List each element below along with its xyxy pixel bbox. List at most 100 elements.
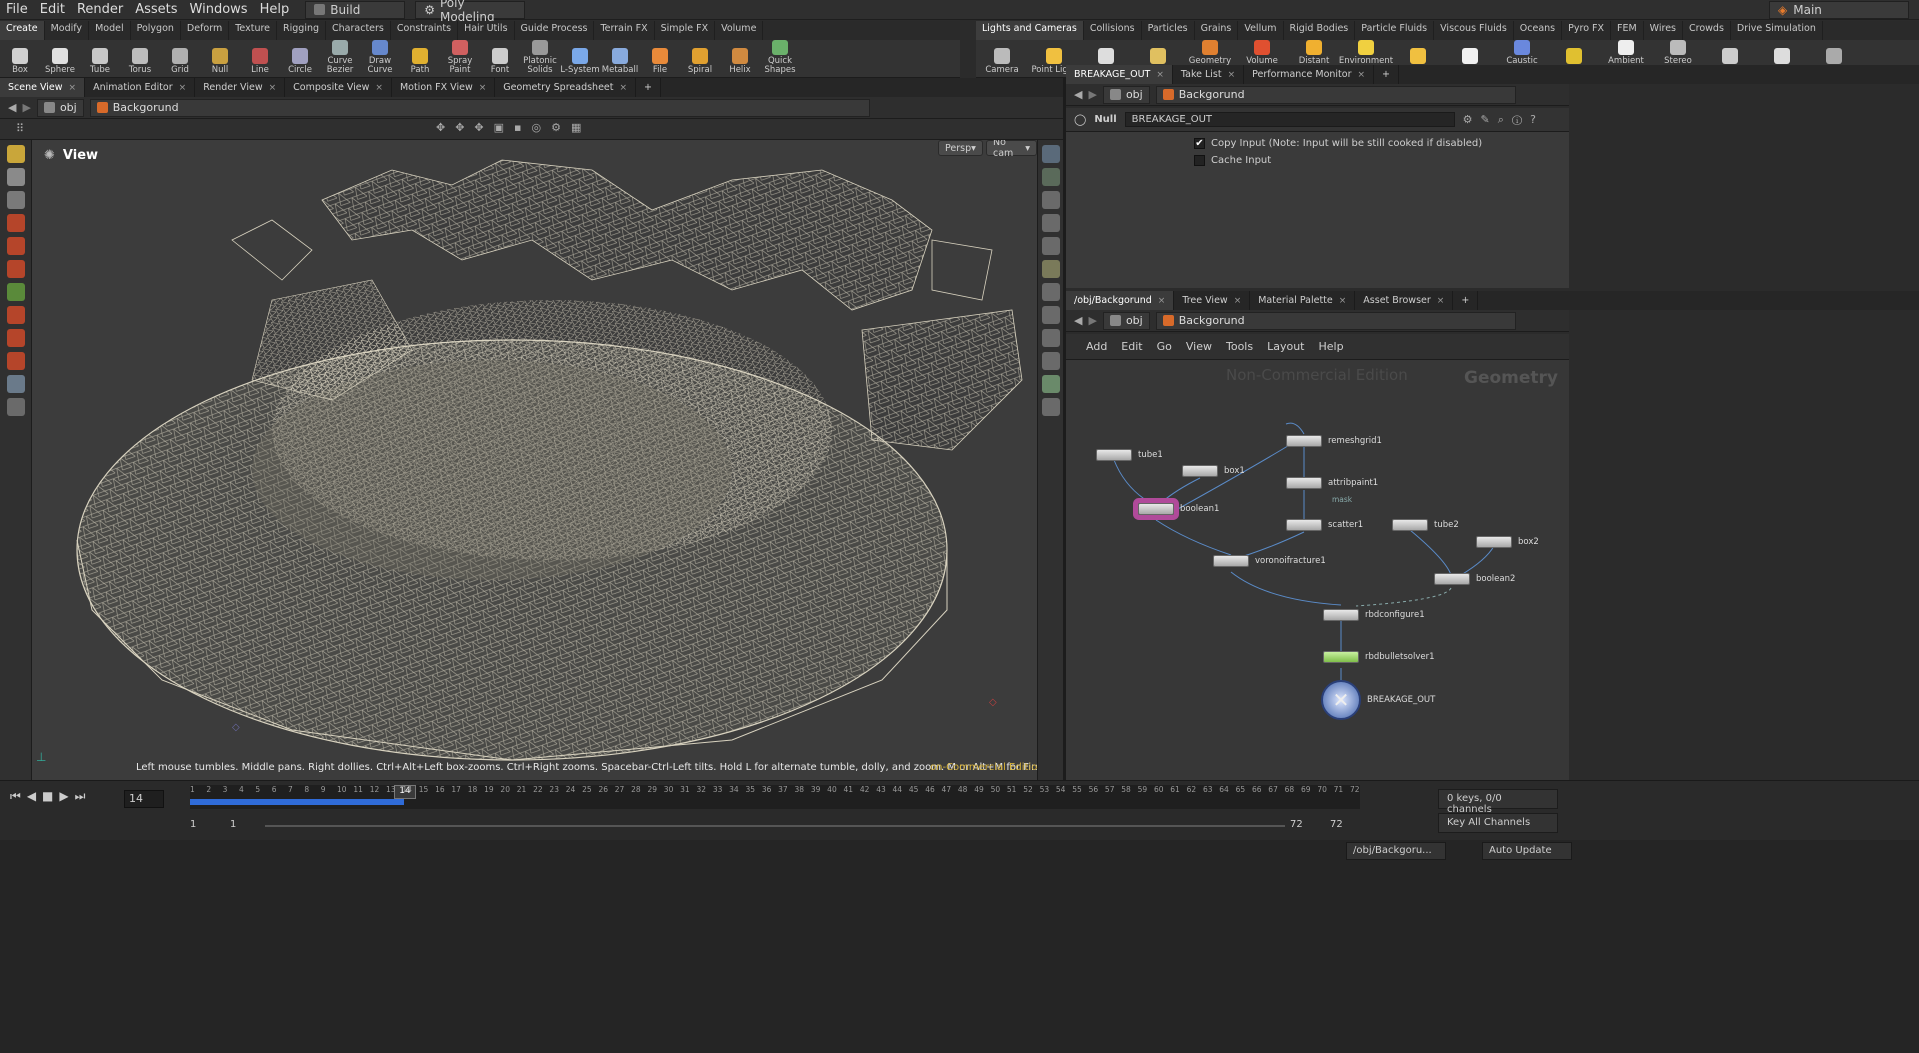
view-icon[interactable] (6, 375, 25, 393)
magnet2-icon[interactable] (6, 329, 25, 347)
node-box1[interactable]: box1 (1182, 465, 1245, 477)
status-path-field[interactable]: /obj/Backgoru... (1346, 842, 1446, 860)
move-icon[interactable] (6, 214, 25, 232)
desktop-select[interactable]: Build (305, 0, 406, 19)
crumb-node[interactable]: Backgorund (89, 98, 870, 117)
close-icon[interactable]: × (1158, 296, 1166, 306)
close-icon[interactable]: × (479, 83, 487, 93)
jump-end-icon[interactable]: ⏭ (75, 789, 86, 804)
close-icon[interactable]: × (1156, 70, 1164, 80)
tool-file[interactable]: File (640, 40, 680, 77)
menu-render[interactable]: Render (71, 2, 129, 17)
grid-icon[interactable]: ⠿ (16, 122, 24, 135)
back-arrow-icon[interactable]: ◀ (8, 101, 16, 114)
network-editor[interactable]: Non-Commercial Edition Geometry tube1 bo… (1066, 360, 1569, 780)
back-arrow-icon[interactable]: ◀ (1074, 314, 1082, 327)
start-range-field[interactable]: 1 (230, 819, 236, 830)
shelf-tab-model[interactable]: Model (89, 21, 131, 40)
tool-font[interactable]: Font (480, 40, 520, 77)
tab-tree-view[interactable]: Tree View × (1174, 291, 1251, 310)
tab--obj-backgorund[interactable]: /obj/Backgorund × (1066, 291, 1175, 310)
lock-icon[interactable] (6, 191, 25, 209)
tab-material-palette[interactable]: Material Palette × (1250, 291, 1356, 310)
display-icon[interactable] (1041, 145, 1060, 163)
select-icon[interactable] (6, 145, 25, 163)
shelf-tab-simple-fx[interactable]: Simple FX (655, 21, 716, 40)
range-slider[interactable] (265, 825, 1285, 827)
view-gear-icon[interactable]: ✺ (44, 148, 55, 163)
points-icon[interactable] (1041, 306, 1060, 324)
forward-arrow-icon[interactable]: ▶ (1088, 88, 1096, 101)
camera-menu[interactable]: No cam ▾ (986, 140, 1037, 159)
tool-sphere[interactable]: Sphere (40, 40, 80, 77)
node-rbdconfigure1[interactable]: rbdconfigure1 (1323, 609, 1425, 621)
shelf-tab-particle-fluids[interactable]: Particle Fluids (1355, 21, 1435, 40)
shelf-tab-fem[interactable]: FEM (1611, 21, 1644, 40)
shelf-tab-rigid-bodies[interactable]: Rigid Bodies (1284, 21, 1356, 40)
close-icon[interactable]: × (1437, 296, 1445, 306)
crumb-obj[interactable]: obj (36, 98, 84, 117)
close-icon[interactable]: × (269, 83, 277, 93)
arrow-icon[interactable] (6, 168, 25, 186)
node-attribpaint1[interactable]: attribpaint1 (1286, 477, 1378, 489)
tool-tube[interactable]: Tube (80, 40, 120, 77)
shelf-tab-hair-utils[interactable]: Hair Utils (458, 21, 515, 40)
shelf-tab-crowds[interactable]: Crowds (1683, 21, 1731, 40)
shelf-tab-texture[interactable]: Texture (229, 21, 278, 40)
tool-box[interactable]: Box (0, 40, 40, 77)
forward-arrow-icon[interactable]: ▶ (1088, 314, 1096, 327)
network-menu-help[interactable]: Help (1319, 340, 1344, 353)
shelf-tab-drive-simulation[interactable]: Drive Simulation (1731, 21, 1823, 40)
time-slider[interactable]: 14 1 2 3 4 5 6 7 8 9 10 11 12 13 14 15 16 17 18 19 20 21 22 23… (190, 785, 1360, 809)
tool-path[interactable]: Path (400, 40, 440, 77)
node-tube2[interactable]: tube2 (1392, 519, 1459, 531)
tool-spiral[interactable]: Spiral (680, 40, 720, 77)
tab-composite-view[interactable]: Composite View × (285, 78, 392, 97)
tool-line[interactable]: Line (240, 40, 280, 77)
shelf-tab-create[interactable]: Create (0, 21, 45, 40)
shelf-tab-oceans[interactable]: Oceans (1514, 21, 1563, 40)
lock-view-icon[interactable] (1041, 191, 1060, 209)
menu-edit[interactable]: Edit (34, 2, 71, 17)
node-voronoifracture1[interactable]: voronoifracture1 (1213, 555, 1326, 567)
shelf-tab-collisions[interactable]: Collisions (1084, 21, 1142, 40)
tool-helix[interactable]: Helix (720, 40, 760, 77)
node-name-field[interactable]: BREAKAGE_OUT (1124, 112, 1455, 127)
menu-file[interactable]: File (0, 2, 34, 17)
handle-icon[interactable] (6, 283, 25, 301)
network-menu-edit[interactable]: Edit (1121, 340, 1142, 353)
grid-display-icon[interactable] (1041, 375, 1060, 393)
node-boolean1[interactable]: boolean1 (1138, 503, 1219, 515)
snap-icons[interactable]: ✥✥✥▣▪◎⚙▦ (436, 121, 591, 134)
node-breakage-out[interactable]: ✕ BREAKAGE_OUT (1321, 680, 1435, 720)
start-frame-field[interactable]: 1 (190, 819, 196, 830)
network-menu-layout[interactable]: Layout (1267, 340, 1304, 353)
tool-metaball[interactable]: Metaball (600, 40, 640, 77)
current-frame-field[interactable]: 14 (124, 790, 164, 808)
close-icon[interactable]: × (1358, 70, 1366, 80)
network-menu-add[interactable]: Add (1086, 340, 1107, 353)
tab-geometry-spreadsheet[interactable]: Geometry Spreadsheet × (495, 78, 637, 97)
tool-null[interactable]: Null (200, 40, 240, 77)
cache-input-checkbox[interactable] (1194, 155, 1205, 166)
tab-take-list[interactable]: Take List × (1173, 65, 1245, 84)
auto-update-select[interactable]: Auto Update (1482, 842, 1572, 860)
persp-menu[interactable]: Persp ▾ (938, 140, 983, 156)
light-icon[interactable] (1041, 237, 1060, 255)
camera-icon[interactable] (6, 398, 25, 416)
shelf-tab-pyro-fx[interactable]: Pyro FX (1562, 21, 1611, 40)
network-menu-view[interactable]: View (1186, 340, 1212, 353)
tool-circle[interactable]: Circle (280, 40, 320, 77)
tab-performance-monitor[interactable]: Performance Monitor × (1244, 65, 1375, 84)
main-desk-select[interactable]: ◈ Main (1769, 0, 1909, 19)
tool-torus[interactable]: Torus (120, 40, 160, 77)
shelf-tab-constraints[interactable]: Constraints (391, 21, 459, 40)
shelf-tab-grains[interactable]: Grains (1195, 21, 1239, 40)
scale-icon[interactable] (6, 260, 25, 278)
rotate-icon[interactable] (6, 237, 25, 255)
copy-input-checkbox[interactable]: ✔ (1194, 138, 1205, 149)
close-icon[interactable]: × (69, 83, 77, 93)
keys-channels-field[interactable]: 0 keys, 0/0 channels (1438, 789, 1558, 815)
shelf-tab-polygon[interactable]: Polygon (131, 21, 181, 40)
ghost-icon[interactable] (1041, 214, 1060, 232)
